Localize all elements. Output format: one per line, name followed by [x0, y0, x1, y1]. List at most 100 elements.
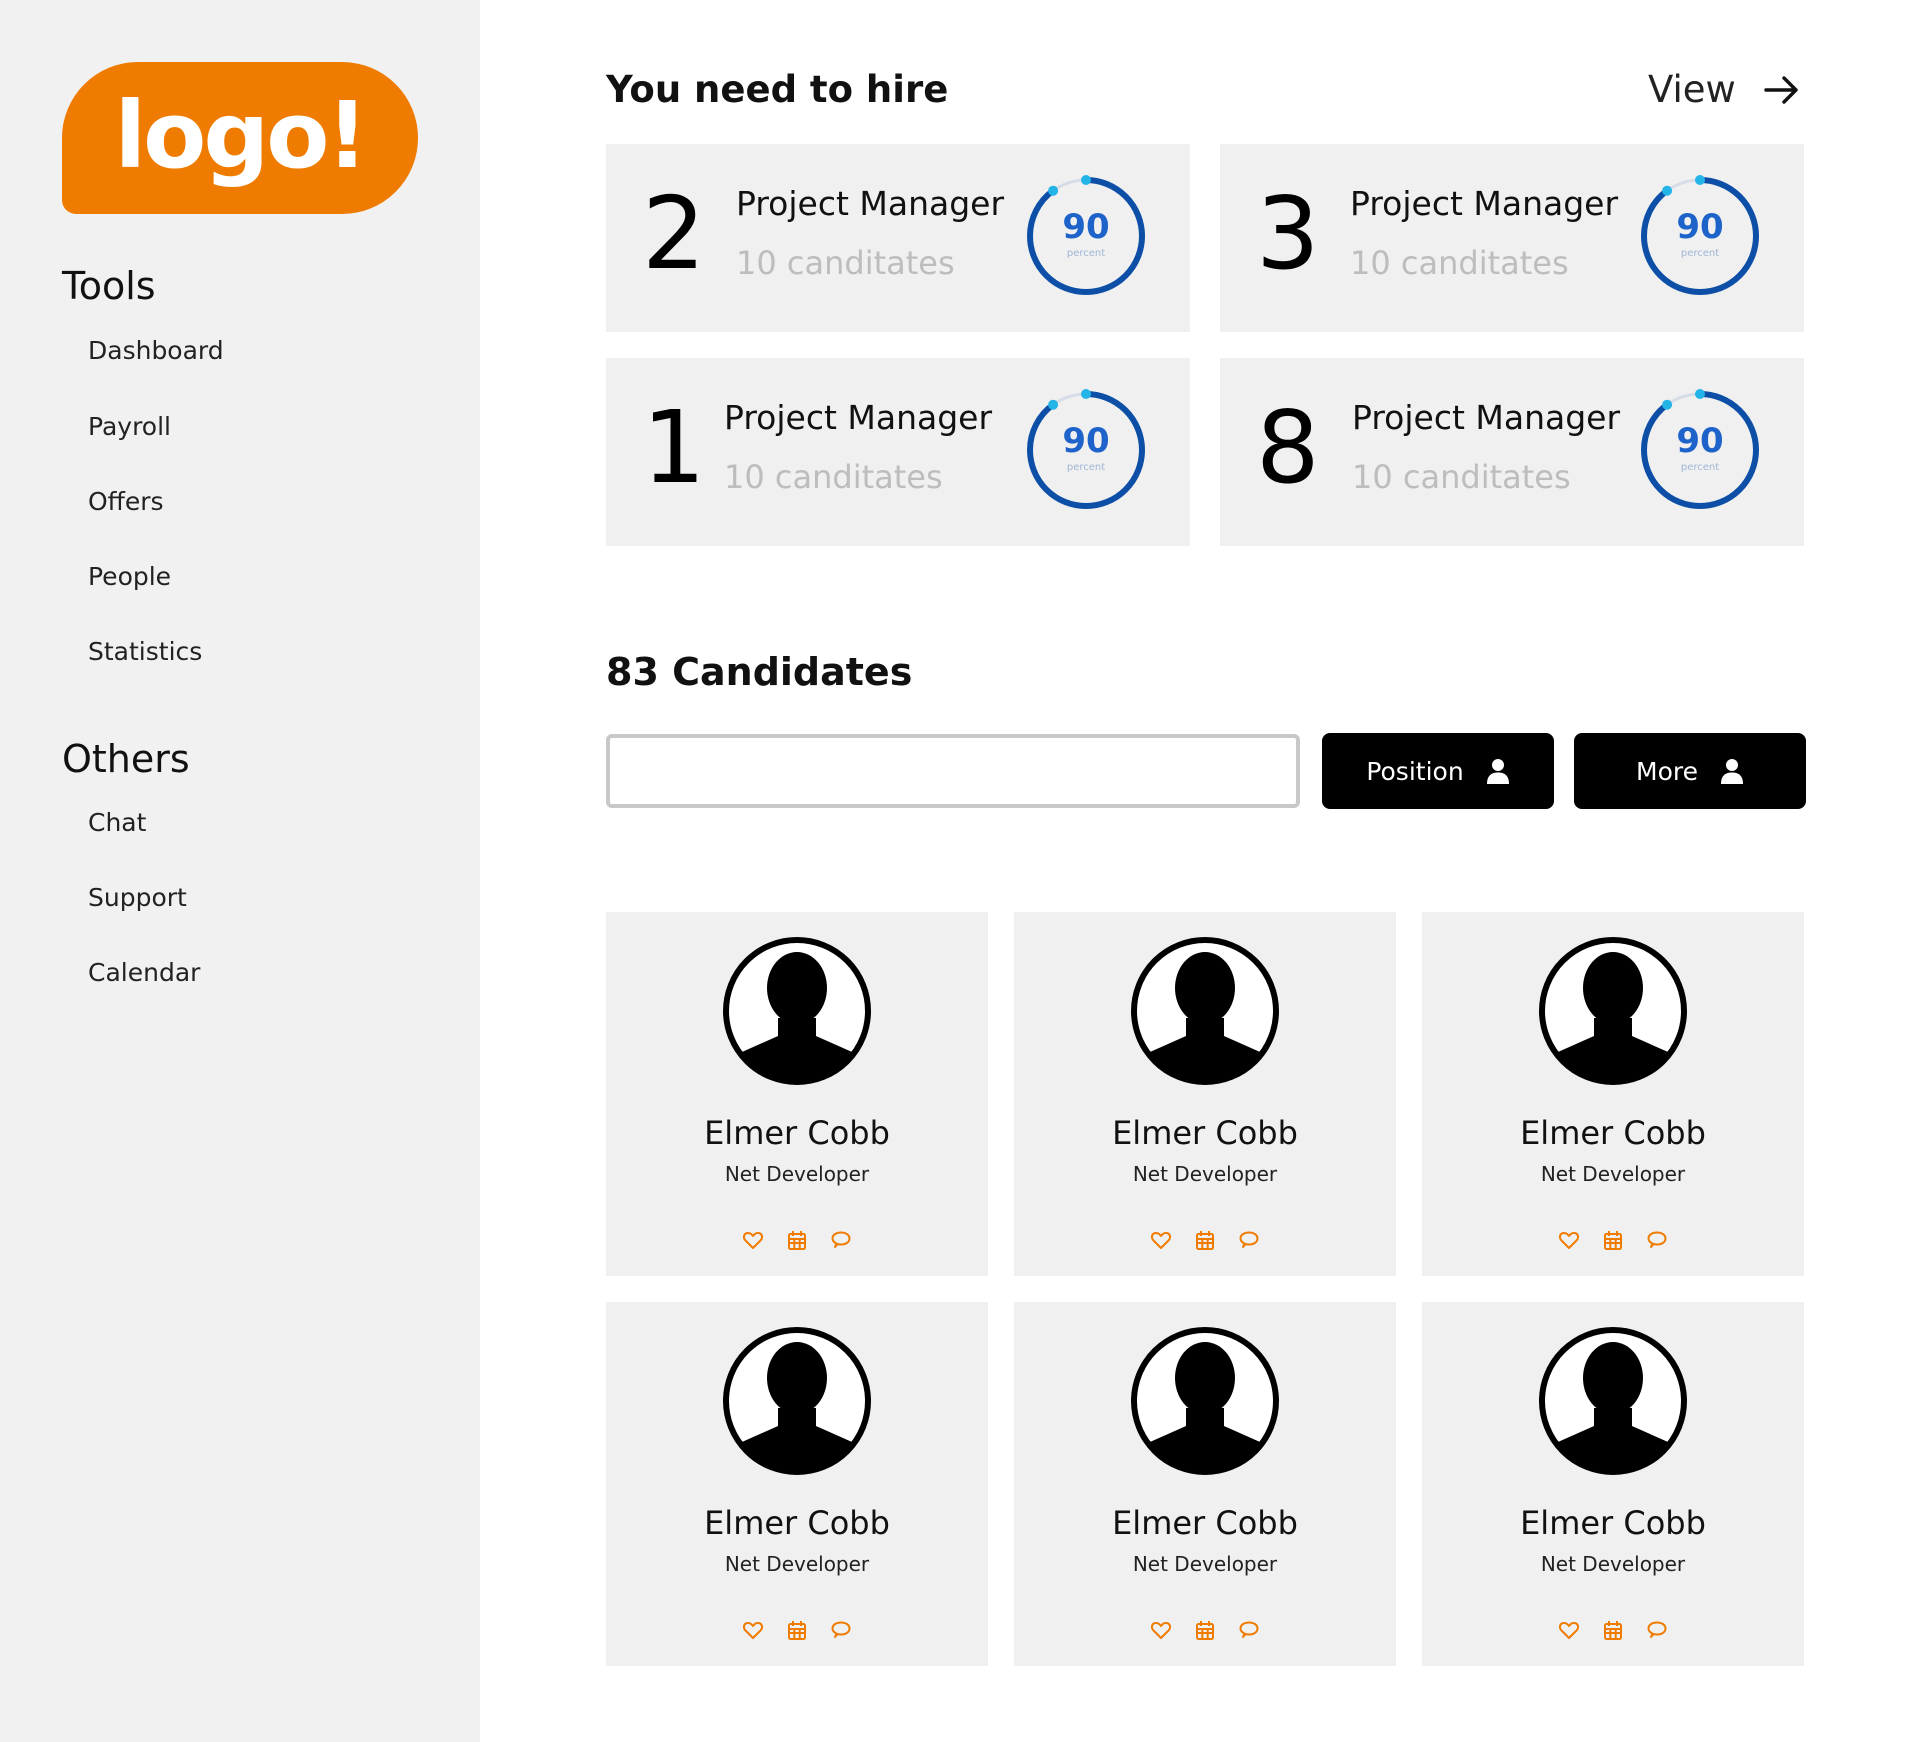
sidebar-item-statistics[interactable]: Statistics: [88, 637, 202, 666]
candidate-card[interactable]: Elmer Cobb Net Developer: [1422, 912, 1804, 1276]
position-button[interactable]: Position: [1322, 733, 1554, 809]
avatar-icon: [1131, 1327, 1279, 1475]
calendar-icon[interactable]: [1193, 1228, 1217, 1252]
avatar-icon: [1131, 937, 1279, 1085]
progress-ring: 90 percent: [1024, 174, 1148, 298]
candidate-name: Elmer Cobb: [1112, 1114, 1298, 1152]
hire-count: 3: [1256, 175, 1320, 292]
hire-card[interactable]: 3 Project Manager 10 canditates 90 perce…: [1220, 144, 1804, 332]
sidebar-item-offers[interactable]: Offers: [88, 487, 164, 516]
chat-bubble-icon[interactable]: [1645, 1228, 1669, 1252]
sidebar: logo! Tools Dashboard Payroll Offers Peo…: [0, 0, 480, 1742]
hire-card[interactable]: 2 Project Manager 10 canditates 90 perce…: [606, 144, 1190, 332]
candidate-actions: [1422, 1618, 1804, 1642]
chat-bubble-icon[interactable]: [829, 1228, 853, 1252]
hire-count: 1: [642, 389, 706, 506]
candidate-card[interactable]: Elmer Cobb Net Developer: [1422, 1302, 1804, 1666]
position-button-label: Position: [1366, 756, 1464, 786]
candidate-actions: [1422, 1228, 1804, 1252]
sidebar-item-calendar[interactable]: Calendar: [88, 958, 200, 987]
calendar-icon[interactable]: [785, 1228, 809, 1252]
sidebar-item-support[interactable]: Support: [88, 883, 187, 912]
logo-text: logo!: [114, 81, 369, 189]
hire-role: Project Manager: [724, 398, 993, 437]
hire-role: Project Manager: [1352, 398, 1621, 437]
hire-count: 2: [642, 175, 706, 292]
progress-value: 90: [1676, 207, 1724, 247]
logo[interactable]: logo!: [62, 62, 418, 214]
candidate-role: Net Developer: [1132, 1552, 1278, 1576]
calendar-icon[interactable]: [1601, 1618, 1625, 1642]
progress-ring: 90 percent: [1024, 388, 1148, 512]
candidate-role: Net Developer: [724, 1552, 870, 1576]
progress-value: 90: [1676, 421, 1724, 461]
calendar-icon[interactable]: [785, 1618, 809, 1642]
hire-role: Project Manager: [1350, 184, 1619, 223]
candidate-role: Net Developer: [1540, 1552, 1686, 1576]
hire-card[interactable]: 8 Project Manager 10 canditates 90 perce…: [1220, 358, 1804, 546]
candidate-actions: [1014, 1618, 1396, 1642]
hire-candidates: 10 canditates: [1352, 458, 1571, 496]
view-link[interactable]: View: [1648, 68, 1800, 111]
hire-card[interactable]: 1 Project Manager 10 canditates 90 perce…: [606, 358, 1190, 546]
hire-candidates: 10 canditates: [1350, 244, 1569, 282]
sidebar-item-payroll[interactable]: Payroll: [88, 412, 171, 441]
sidebar-item-chat[interactable]: Chat: [88, 808, 146, 837]
progress-unit: percent: [1680, 462, 1720, 473]
progress-ring: 90 percent: [1638, 388, 1762, 512]
sidebar-item-dashboard[interactable]: Dashboard: [88, 336, 224, 365]
progress-unit: percent: [1680, 248, 1720, 259]
hire-candidates: 10 canditates: [724, 458, 943, 496]
candidates-title: 83 Candidates: [606, 650, 913, 694]
chat-bubble-icon[interactable]: [1237, 1228, 1261, 1252]
view-label: View: [1648, 68, 1736, 111]
candidate-actions: [606, 1618, 988, 1642]
progress-value: 90: [1062, 207, 1110, 247]
heart-icon[interactable]: [741, 1618, 765, 1642]
calendar-icon[interactable]: [1193, 1618, 1217, 1642]
heart-icon[interactable]: [1149, 1228, 1173, 1252]
search-input[interactable]: [606, 734, 1300, 808]
progress-unit: percent: [1066, 462, 1106, 473]
more-button-label: More: [1636, 756, 1698, 786]
candidate-name: Elmer Cobb: [1112, 1504, 1298, 1542]
more-button[interactable]: More: [1574, 733, 1806, 809]
calendar-icon[interactable]: [1601, 1228, 1625, 1252]
others-section-title: Others: [62, 737, 190, 781]
hire-candidates: 10 canditates: [736, 244, 955, 282]
candidate-actions: [606, 1228, 988, 1252]
candidate-role: Net Developer: [1540, 1162, 1686, 1186]
arrow-right-icon: [1764, 75, 1798, 104]
chat-bubble-icon[interactable]: [1645, 1618, 1669, 1642]
chat-bubble-icon[interactable]: [1237, 1618, 1261, 1642]
candidate-name: Elmer Cobb: [1520, 1504, 1706, 1542]
avatar-icon: [1539, 1327, 1687, 1475]
candidate-card[interactable]: Elmer Cobb Net Developer: [1014, 1302, 1396, 1666]
candidate-name: Elmer Cobb: [1520, 1114, 1706, 1152]
hire-section-title: You need to hire: [606, 68, 949, 111]
candidate-name: Elmer Cobb: [704, 1114, 890, 1152]
sidebar-item-people[interactable]: People: [88, 562, 171, 591]
heart-icon[interactable]: [741, 1228, 765, 1252]
candidate-card[interactable]: Elmer Cobb Net Developer: [606, 1302, 988, 1666]
candidate-role: Net Developer: [724, 1162, 870, 1186]
candidate-actions: [1014, 1228, 1396, 1252]
candidate-card[interactable]: Elmer Cobb Net Developer: [1014, 912, 1396, 1276]
progress-value: 90: [1062, 421, 1110, 461]
user-icon: [1486, 759, 1509, 784]
heart-icon[interactable]: [1557, 1618, 1581, 1642]
candidate-role: Net Developer: [1132, 1162, 1278, 1186]
candidate-card[interactable]: Elmer Cobb Net Developer: [606, 912, 988, 1276]
user-icon: [1720, 759, 1743, 784]
hire-count: 8: [1256, 389, 1320, 506]
progress-ring: 90 percent: [1638, 174, 1762, 298]
avatar-icon: [723, 937, 871, 1085]
tools-section-title: Tools: [62, 264, 156, 308]
heart-icon[interactable]: [1557, 1228, 1581, 1252]
heart-icon[interactable]: [1149, 1618, 1173, 1642]
avatar-icon: [1539, 937, 1687, 1085]
chat-bubble-icon[interactable]: [829, 1618, 853, 1642]
candidate-name: Elmer Cobb: [704, 1504, 890, 1542]
hire-role: Project Manager: [736, 184, 1005, 223]
progress-unit: percent: [1066, 248, 1106, 259]
